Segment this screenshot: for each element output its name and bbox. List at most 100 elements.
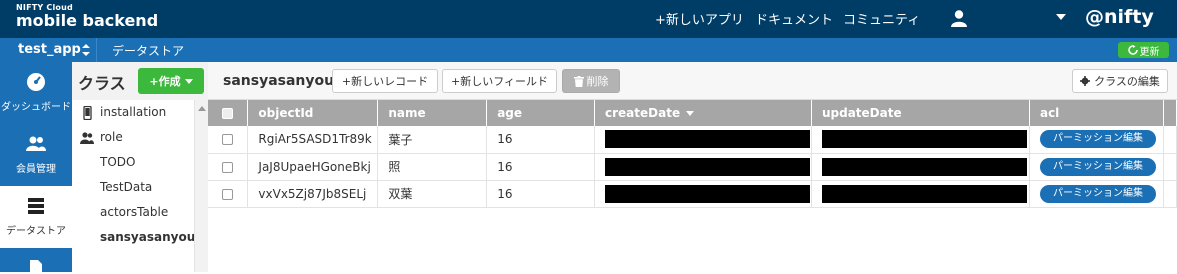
refresh-icon [1127, 45, 1138, 55]
cell-createdate[interactable] [594, 126, 812, 154]
column-header-age[interactable]: age [486, 100, 595, 126]
edit-class-button[interactable]: クラスの編集 [1072, 69, 1168, 93]
app-bar: test_app データストア 更新 [0, 38, 1177, 62]
class-item-testdata[interactable]: TestData [72, 175, 194, 200]
class-item-label: TODO [100, 155, 136, 169]
new-app-link[interactable]: +新しいアプリ [655, 9, 744, 28]
cell-updatedate[interactable] [811, 153, 1030, 181]
class-item-role[interactable]: role [72, 125, 194, 150]
cell-age[interactable]: 16 [486, 153, 595, 181]
cell-objectid[interactable]: vxVx5Zj87Jb8SELj [247, 180, 379, 208]
refresh-label: 更新 [1139, 46, 1160, 58]
app-switch-icon[interactable] [80, 42, 92, 58]
nav-file[interactable] [0, 248, 72, 274]
row-select-cell[interactable] [208, 153, 249, 181]
column-header-name[interactable]: name [377, 100, 488, 126]
redacted-block [821, 130, 1027, 149]
edit-permission-button[interactable]: パーミッション編集 [1039, 157, 1156, 176]
delete-button[interactable]: 削除 [562, 69, 620, 93]
cell-acl: パーミッション編集 [1029, 153, 1164, 181]
cell-age[interactable]: 16 [486, 180, 595, 208]
class-item-label: sansyasanyou [100, 230, 196, 244]
nav-dashboard-label: ダッシュボード [1, 102, 71, 113]
class-item-todo[interactable]: TODO [72, 150, 194, 175]
select-all-cell[interactable] [208, 100, 249, 126]
cell-name[interactable]: 双葉 [377, 180, 488, 208]
delete-label: 削除 [586, 75, 609, 88]
scroll-up-icon[interactable] [198, 106, 206, 111]
records-table: objectId name age createDate updateDate … [208, 100, 1177, 208]
gear-icon [1080, 76, 1091, 86]
community-link[interactable]: コミュニティ [843, 9, 920, 28]
class-panel-header: クラス +作成 [72, 62, 208, 100]
row-checkbox[interactable] [222, 161, 234, 173]
column-header-updatedate[interactable]: updateDate [811, 100, 1030, 126]
class-item-label: role [100, 130, 123, 144]
new-record-button[interactable]: +新しいレコード [332, 69, 438, 93]
class-panel-title: クラス [78, 74, 126, 93]
cell-name[interactable]: 照 [377, 153, 488, 181]
column-header-overflow [1163, 100, 1177, 126]
nav-dashboard[interactable]: ダッシュボード [0, 62, 72, 124]
table-row[interactable]: vxVx5Zj87Jb8SELj 双葉 16 パーミッション編集 [208, 180, 1177, 208]
nav-members-label: 会員管理 [16, 164, 56, 175]
top-header: NIFTY Cloud mobile backend +新しいアプリ ドキュメン… [0, 0, 1177, 38]
column-header-objectid[interactable]: objectId [247, 100, 379, 126]
dashboard-icon [27, 73, 45, 91]
database-icon [28, 198, 44, 214]
class-item-label: actorsTable [100, 205, 169, 219]
table-header-row: objectId name age createDate updateDate … [208, 100, 1177, 126]
sort-desc-icon [686, 111, 695, 116]
class-panel: クラス +作成 installation role TODO TestData … [72, 62, 208, 272]
class-list-scrollbar[interactable] [194, 100, 208, 272]
create-class-label: +作成 [149, 75, 181, 88]
create-class-button[interactable]: +作成 [138, 68, 204, 94]
table-row[interactable]: RgiAr5SASD1Tr89k 葉子 16 パーミッション編集 [208, 126, 1177, 154]
edit-class-label: クラスの編集 [1094, 75, 1160, 88]
redacted-block [605, 157, 810, 176]
cell-updatedate[interactable] [811, 126, 1030, 154]
cell-updatedate[interactable] [811, 180, 1030, 208]
data-grid: objectId name age createDate updateDate … [208, 100, 1177, 272]
select-all-checkbox[interactable] [222, 108, 234, 119]
cell-objectid[interactable]: JaJ8UpaeHGoneBkj [247, 153, 379, 181]
cell-createdate[interactable] [594, 153, 812, 181]
column-header-acl[interactable]: acl [1029, 100, 1164, 126]
redacted-block [821, 157, 1027, 176]
cell-acl: パーミッション編集 [1029, 180, 1164, 208]
edit-permission-button[interactable]: パーミッション編集 [1039, 130, 1156, 149]
brand-logo[interactable]: @nifty [1085, 6, 1154, 28]
table-row[interactable]: JaJ8UpaeHGoneBkj 照 16 パーミッション編集 [208, 153, 1177, 181]
logo[interactable]: NIFTY Cloud mobile backend [16, 3, 158, 30]
new-field-button[interactable]: +新しいフィールド [442, 69, 557, 93]
redacted-block [821, 184, 1027, 203]
cell-acl: パーミッション編集 [1029, 126, 1164, 154]
class-item-actorstable[interactable]: actorsTable [72, 200, 194, 225]
section-title: データストア [112, 44, 185, 58]
row-select-cell[interactable] [208, 180, 249, 208]
chevron-down-icon [184, 78, 193, 84]
app-name[interactable]: test_app [18, 42, 81, 57]
nav-datastore[interactable]: データストア [0, 186, 72, 248]
cell-objectid[interactable]: RgiAr5SASD1Tr89k [247, 126, 379, 154]
column-header-createdate[interactable]: createDate [594, 100, 812, 126]
main-toolbar: sansyasanyou +新しいレコード +新しいフィールド 削除 クラスの編… [208, 62, 1177, 100]
row-checkbox[interactable] [222, 188, 234, 200]
documents-link[interactable]: ドキュメント [755, 9, 833, 28]
user-icon[interactable] [950, 9, 968, 27]
row-select-cell[interactable] [208, 126, 249, 154]
cell-createdate[interactable] [594, 180, 812, 208]
refresh-button[interactable]: 更新 [1118, 42, 1169, 58]
redacted-block [605, 184, 810, 203]
class-item-sansyasanyou[interactable]: sansyasanyou [72, 225, 196, 250]
edit-permission-button[interactable]: パーミッション編集 [1039, 184, 1156, 203]
user-menu-caret-icon[interactable] [1056, 14, 1066, 20]
class-item-label: TestData [100, 180, 153, 194]
cell-age[interactable]: 16 [486, 126, 595, 154]
nav-members[interactable]: 会員管理 [0, 124, 72, 186]
row-checkbox[interactable] [222, 134, 234, 146]
trash-icon [573, 75, 584, 87]
class-item-installation[interactable]: installation [72, 100, 194, 125]
class-list: installation role TODO TestData actorsTa… [72, 100, 208, 272]
cell-name[interactable]: 葉子 [377, 126, 488, 154]
